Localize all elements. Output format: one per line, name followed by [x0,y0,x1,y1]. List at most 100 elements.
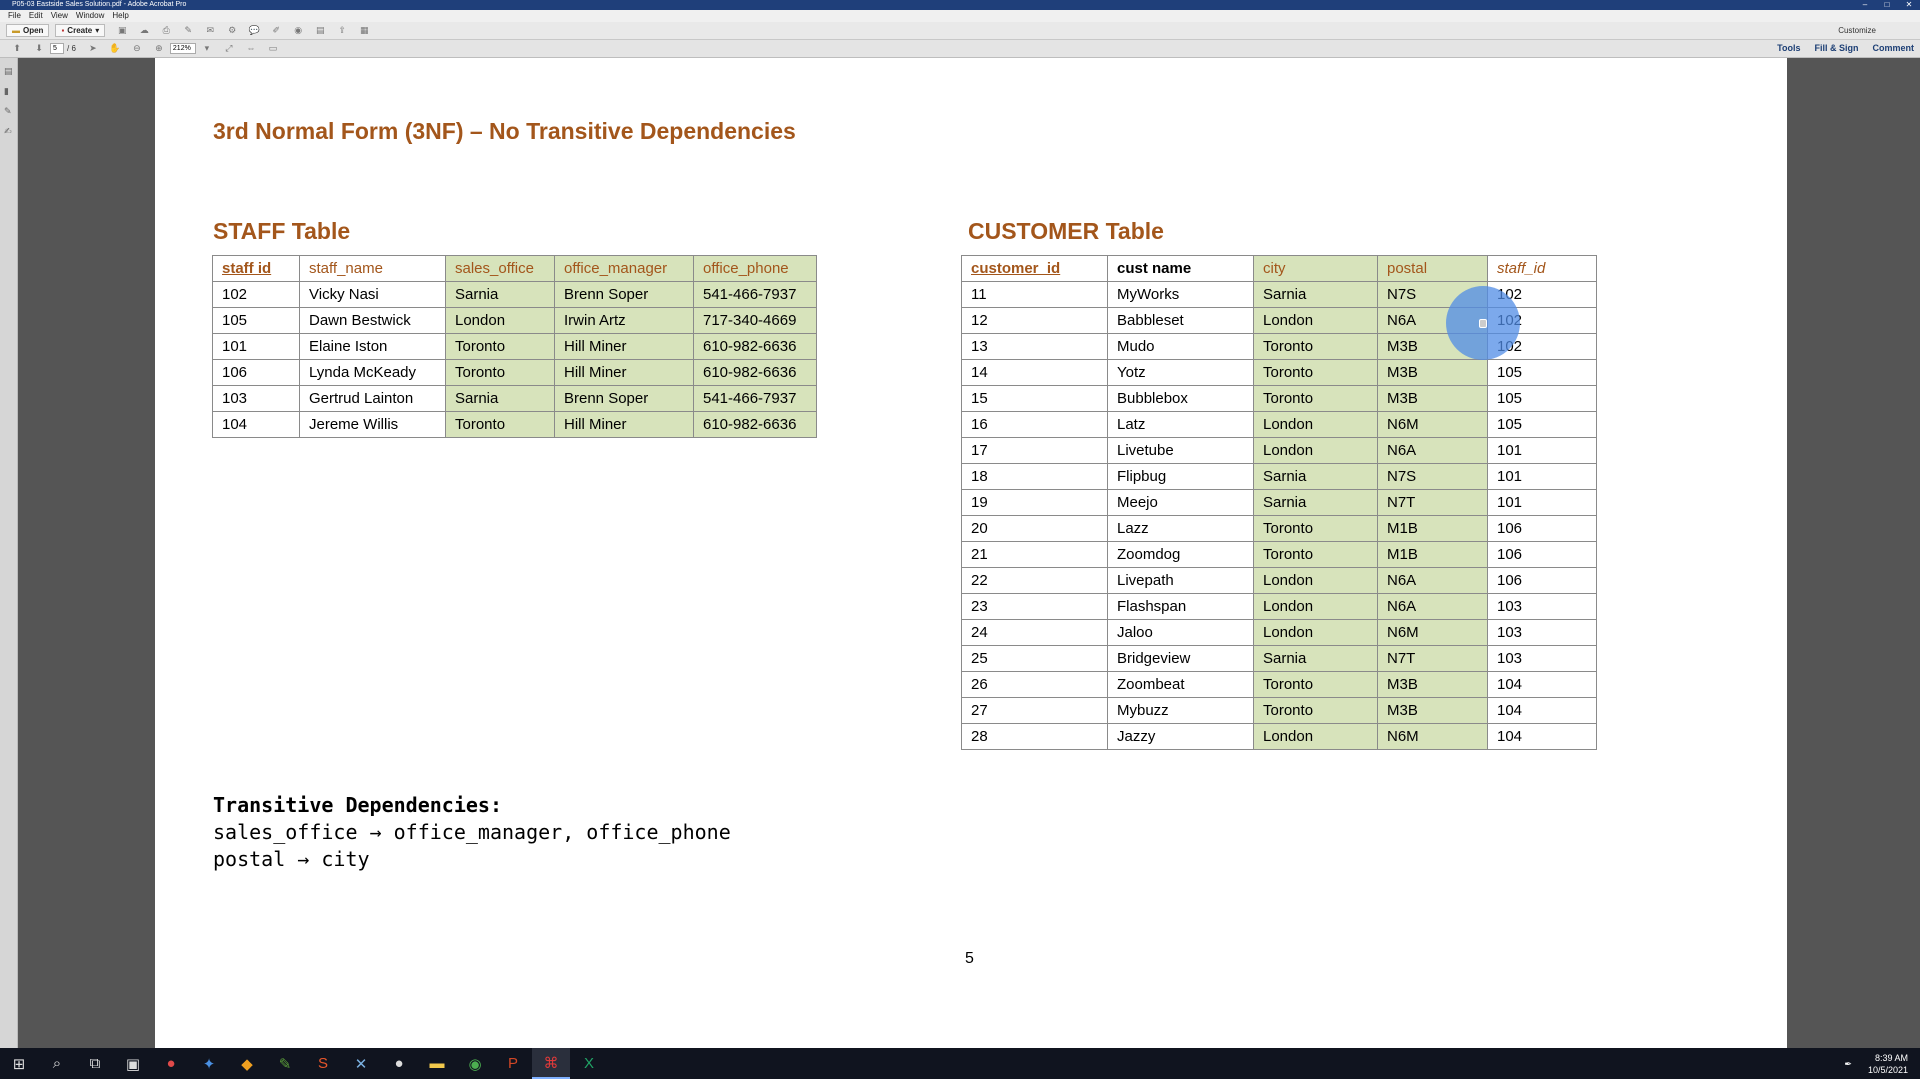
comment-link[interactable]: Comment [1872,43,1914,53]
print-icon[interactable]: ⎙ [160,25,172,36]
recorder-app-icon[interactable]: ● [152,1048,190,1079]
menu-edit[interactable]: Edit [25,10,47,22]
signature-icon[interactable]: ✍ [4,126,14,136]
terminal-app-icon[interactable]: ▣ [114,1048,152,1079]
page-down-icon[interactable]: ⬇ [33,43,45,54]
export-icon[interactable]: ⇪ [336,25,348,36]
table-cell: N6A [1377,567,1488,594]
table-cell: Yotz [1107,359,1254,386]
staff-table-row: 103 Gertrud Lainton Sarnia Brenn Soper 541-4… [212,385,817,412]
attachment-icon[interactable]: ✎ [4,106,14,116]
menu-file[interactable]: File [4,10,25,22]
app-icon[interactable]: ◆ [228,1048,266,1079]
page-up-icon[interactable]: ⬆ [11,43,23,54]
document-area[interactable]: 3rd Normal Form (3NF) – No Transitive De… [18,58,1920,1048]
github-app-icon[interactable]: ● [380,1048,418,1079]
comment-icon[interactable]: 💬 [248,25,260,36]
table-cell: Gertrud Lainton [299,385,446,412]
table-cell: Toronto [1253,671,1378,698]
tools-app-icon[interactable]: ✦ [190,1048,228,1079]
select-arrow-icon[interactable]: ➤ [87,43,99,54]
table-cell: Toronto [445,333,555,360]
stamp-icon[interactable]: ◉ [292,25,304,36]
highlight-icon[interactable]: ✐ [270,25,282,36]
editor-app-icon[interactable]: ✎ [266,1048,304,1079]
page-thumbnails-icon[interactable]: ▤ [4,66,14,76]
file-explorer-icon[interactable]: ▬ [418,1048,456,1079]
transitive-heading: Transitive Dependencies: [213,793,502,817]
diagram-app-icon[interactable]: ✕ [342,1048,380,1079]
zoom-in-icon[interactable]: ⊕ [153,43,165,54]
open-button[interactable]: ▬ Open [6,24,50,37]
read-mode-icon[interactable]: ▭ [267,43,279,54]
table-cell: 104 [212,411,300,438]
maximize-icon[interactable]: □ [1876,0,1898,10]
customize-dropdown[interactable]: Customize [1838,26,1876,35]
table-cell: London [1253,411,1378,438]
clock[interactable]: 8:39 AM 10/5/2021 [1868,1052,1908,1076]
minimize-icon[interactable]: – [1854,0,1876,10]
table-cell: 610-982-6636 [693,411,817,438]
clock-date: 10/5/2021 [1867,1065,1908,1075]
table-cell: Bridgeview [1107,645,1254,672]
menu-window[interactable]: Window [72,10,108,22]
column-header: postal [1377,255,1488,282]
hand-tool-icon[interactable]: ✋ [109,43,121,54]
bookmarks-icon[interactable]: ▮ [4,86,14,96]
cloud-icon[interactable]: ☁ [138,25,150,36]
table-cell: 104 [1487,671,1597,698]
snagit-app-icon[interactable]: S [304,1048,342,1079]
create-label: Create [67,26,93,35]
page-number-input[interactable] [50,43,64,54]
edit-icon[interactable]: ✎ [182,25,194,36]
windows-start-icon[interactable]: ⊞ [0,1048,38,1079]
task-view-icon[interactable]: ⧉ [76,1048,114,1079]
table-cell: M1B [1377,541,1488,568]
create-button[interactable]: ▪ Create ▾ [55,24,106,37]
search-icon[interactable]: ⌕ [38,1048,76,1079]
staff-table-row: 104 Jereme Willis Toronto Hill Miner 610-982… [212,411,817,438]
email-icon[interactable]: ✉ [204,25,216,36]
table-cell: 717-340-4669 [693,307,817,334]
powerpoint-app-icon[interactable]: P [494,1048,532,1079]
zoom-input[interactable] [169,43,196,54]
close-icon[interactable]: ✕ [1898,0,1920,10]
pdf-icon[interactable]: ▦ [358,25,370,36]
table-cell: 17 [961,437,1108,464]
table-cell: M3B [1377,697,1488,724]
zoom-dropdown-icon[interactable]: ▾ [201,43,213,54]
customer-table-row: 21 Zoomdog Toronto M1B 106 [961,541,1597,568]
table-cell: 103 [212,385,300,412]
table-cell: N6A [1377,437,1488,464]
table-cell: 101 [1487,437,1597,464]
table-cell: 19 [961,489,1108,516]
customer-table-row: 15 Bubblebox Toronto M3B 105 [961,385,1597,412]
table-cell: Brenn Soper [554,385,694,412]
table-cell: Mudo [1107,333,1254,360]
fill-sign-link[interactable]: Fill & Sign [1814,43,1858,53]
fit-page-icon[interactable]: ⤢ [223,43,235,54]
acrobat-app-icon[interactable]: ⌘ [532,1048,570,1079]
cursor-highlight-icon [1446,286,1520,360]
table-cell: 104 [1487,697,1597,724]
document-icon[interactable]: ▤ [314,25,326,36]
menu-view[interactable]: View [47,10,72,22]
column-header: office_manager [554,255,694,282]
zoom-out-icon[interactable]: ⊖ [131,43,143,54]
table-cell: M3B [1377,385,1488,412]
table-cell: 21 [961,541,1108,568]
chrome-app-icon[interactable]: ◉ [456,1048,494,1079]
column-header: staff id [212,255,300,282]
excel-app-icon[interactable]: X [570,1048,608,1079]
customer-table-row: 26 Zoombeat Toronto M3B 104 [961,671,1597,698]
save-icon[interactable]: ▣ [116,25,128,36]
tools-link[interactable]: Tools [1777,43,1800,53]
menu-help[interactable]: Help [108,10,132,22]
table-cell: Hill Miner [554,411,694,438]
customer-table-row: 24 Jaloo London N6M 103 [961,619,1597,646]
fit-width-icon[interactable]: ⇔ [245,43,257,54]
settings-icon[interactable]: ⚙ [226,25,238,36]
pen-icon[interactable]: ✒ [1844,1058,1852,1070]
table-cell: 103 [1487,645,1597,672]
table-cell: Flashspan [1107,593,1254,620]
